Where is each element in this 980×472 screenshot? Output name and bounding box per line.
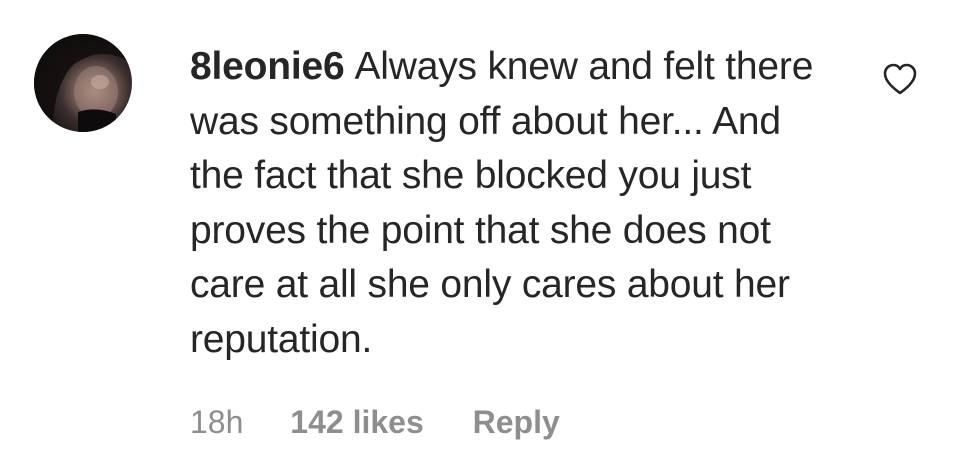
username-link[interactable]: 8leonie6 — [190, 45, 345, 88]
likes-count-button[interactable]: 142 likes — [290, 402, 423, 442]
reply-button[interactable]: Reply — [473, 402, 560, 442]
comment-text: Always knew and felt there was something… — [190, 45, 814, 361]
comment-timestamp[interactable]: 18h — [190, 402, 243, 442]
avatar[interactable] — [34, 34, 132, 132]
heart-icon[interactable] — [882, 62, 918, 96]
avatar-photo — [34, 34, 132, 132]
comment-meta: 18h 142 likes Reply — [190, 402, 560, 442]
comment: 8leonie6 Always knew and felt there was s… — [0, 0, 980, 472]
comment-body: 8leonie6 Always knew and felt there was s… — [190, 40, 840, 367]
